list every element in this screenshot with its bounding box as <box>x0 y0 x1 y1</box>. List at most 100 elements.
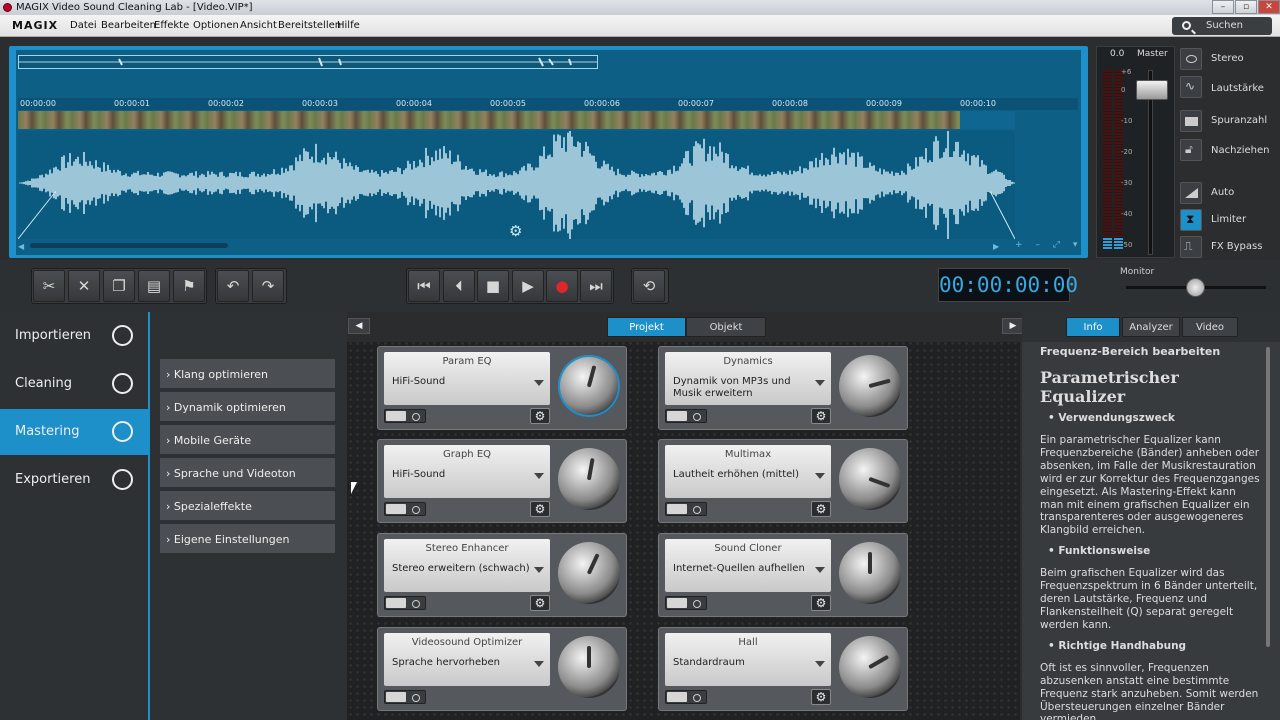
preset-klang-optimieren[interactable]: › Klang optimieren <box>160 359 335 390</box>
preset-dropdown[interactable]: Graph EQ HiFi-Sound <box>384 445 550 498</box>
search-box[interactable]: Suchen <box>1172 17 1272 35</box>
effect-toggle[interactable] <box>384 409 426 423</box>
nav-importieren[interactable]: Importieren <box>0 313 148 359</box>
effect-toggle[interactable] <box>665 502 707 516</box>
scissors-icon[interactable]: ✂ <box>33 270 65 302</box>
scroll-left-icon[interactable]: ◀ <box>18 242 24 251</box>
preset-dropdown[interactable]: Param EQ HiFi-Sound <box>384 352 550 405</box>
rewind-start-icon[interactable]: ⏮ <box>408 270 440 302</box>
menu-effekte[interactable]: Effekte <box>154 20 189 31</box>
video-filmstrip[interactable] <box>18 111 960 129</box>
fx-bypass-button[interactable]: ⎍ <box>1180 236 1202 258</box>
effect-toggle[interactable] <box>384 502 426 516</box>
section-heading: • Verwendungszweck <box>1048 412 1175 424</box>
preset-mobile-geraete[interactable]: › Mobile Geräte <box>160 425 335 456</box>
preset-spezialeffekte[interactable]: › Spezialeffekte <box>160 491 335 522</box>
monitor-slider-handle[interactable] <box>1186 278 1205 297</box>
effect-knob[interactable] <box>839 448 901 510</box>
volume-button[interactable]: ∿ <box>1180 76 1202 98</box>
arrow-right-icon[interactable]: ▶ <box>1002 318 1024 334</box>
gear-icon[interactable]: ⚙ <box>509 222 522 240</box>
effect-toggle[interactable] <box>384 596 426 610</box>
tab-analyzer[interactable]: Analyzer <box>1122 317 1180 337</box>
next-end-icon[interactable]: ⏭ <box>580 270 612 302</box>
effect-knob[interactable] <box>839 355 901 417</box>
zoom-controls-icon[interactable]: + – ⤢ ▾ <box>1015 240 1082 250</box>
nav-cleaning[interactable]: Cleaning <box>0 361 148 407</box>
effect-toggle[interactable] <box>665 690 707 704</box>
tab-video[interactable]: Video <box>1182 317 1238 337</box>
effect-param-eq: Param EQ HiFi-Sound ⚙ <box>377 346 627 430</box>
gear-icon[interactable]: ⚙ <box>811 408 831 424</box>
loop-icon[interactable]: ⟲ <box>633 270 665 302</box>
menu-bereitstellen[interactable]: Bereitstellen <box>278 20 341 31</box>
tab-objekt[interactable]: Objekt <box>686 317 766 337</box>
menu-ansicht[interactable]: Ansicht <box>240 20 277 31</box>
effect-toggle[interactable] <box>384 690 426 704</box>
effect-toggle[interactable] <box>665 409 707 423</box>
effect-knob[interactable] <box>558 636 620 698</box>
menu-datei[interactable]: Datei <box>70 20 97 31</box>
preset-dropdown[interactable]: Hall Standardraum <box>665 633 831 686</box>
tab-info[interactable]: Info <box>1066 317 1120 337</box>
menu-bar: MAGIX Datei Bearbeiten Effekte Optionen … <box>0 15 1280 37</box>
overview-bar[interactable] <box>18 55 598 69</box>
preset-eigene-einstellungen[interactable]: › Eigene Einstellungen <box>160 524 335 555</box>
minimize-button[interactable]: – <box>1212 0 1234 14</box>
preset-dropdown[interactable]: Multimax Lautheit erhöhen (mittel) <box>665 445 831 498</box>
preset-sprache-videoton[interactable]: › Sprache und Videoton <box>160 458 335 489</box>
effect-name: Graph EQ <box>442 449 492 460</box>
menu-bearbeiten[interactable]: Bearbeiten <box>101 20 156 31</box>
follow-button[interactable]: 🔓︎ <box>1180 139 1202 161</box>
preset-dropdown[interactable]: Videosound Optimizer Sprache hervorheben <box>384 633 550 686</box>
stereo-button[interactable] <box>1180 48 1202 70</box>
info-title: Parametrischer Equalizer <box>1040 368 1179 406</box>
stop-icon[interactable]: ■ <box>477 270 509 302</box>
track-count-label: Spuranzahl <box>1211 115 1268 126</box>
delete-icon[interactable]: ✕ <box>68 270 100 302</box>
gear-icon[interactable]: ⚙ <box>811 595 831 611</box>
undo-icon[interactable]: ↶ <box>217 270 249 302</box>
effect-graph-eq: Graph EQ HiFi-Sound ⚙ <box>377 439 627 523</box>
nav-exportieren[interactable]: Exportieren <box>0 457 148 503</box>
effect-knob[interactable] <box>558 542 620 604</box>
marker-flag-icon[interactable]: ⚑ <box>173 270 205 302</box>
play-icon[interactable]: ▶ <box>512 270 544 302</box>
effect-knob[interactable] <box>839 542 901 604</box>
play-marker-icon[interactable]: ▶ <box>993 242 999 251</box>
record-icon[interactable]: ● <box>546 270 578 302</box>
timeline-ruler[interactable]: 00:00:00 00:00:01 00:00:02 00:00:03 00:0… <box>18 98 1078 110</box>
track-count-button[interactable] <box>1180 110 1202 132</box>
gear-icon[interactable]: ⚙ <box>530 408 550 424</box>
paste-icon[interactable]: ▤ <box>138 270 170 302</box>
nav-mastering[interactable]: Mastering <box>0 409 148 455</box>
maximize-button[interactable]: ▫ <box>1235 0 1257 14</box>
previous-icon[interactable]: ⏴ <box>443 270 475 302</box>
arrow-left-icon[interactable]: ◀ <box>348 318 370 334</box>
effect-knob[interactable] <box>839 636 901 698</box>
effect-knob[interactable] <box>558 355 620 417</box>
master-fader-handle[interactable] <box>1136 80 1168 100</box>
preset-label: Klang optimieren <box>173 368 269 381</box>
tab-projekt[interactable]: Projekt <box>607 317 686 337</box>
menu-hilfe[interactable]: Hilfe <box>337 20 360 31</box>
auto-button[interactable] <box>1180 182 1202 204</box>
editor-scrollbar[interactable] <box>30 243 228 248</box>
close-button[interactable]: ✕ <box>1258 0 1280 14</box>
menu-optionen[interactable]: Optionen <box>193 20 239 31</box>
gear-icon[interactable]: ⚙ <box>530 501 550 517</box>
preset-dynamik-optimieren[interactable]: › Dynamik optimieren <box>160 392 335 423</box>
copy-icon[interactable]: ❐ <box>103 270 135 302</box>
effect-toggle[interactable] <box>665 596 707 610</box>
preset-dropdown[interactable]: Dynamics Dynamik von MP3s und Musik erwe… <box>665 352 831 405</box>
gear-icon[interactable]: ⚙ <box>811 689 831 705</box>
ruler-tick: 00:00:08 <box>772 99 808 108</box>
limiter-button[interactable]: ⧗ <box>1180 209 1202 231</box>
preset-dropdown[interactable]: Stereo Enhancer Stereo erweitern (schwac… <box>384 539 550 592</box>
info-scrollbar[interactable] <box>1266 347 1270 647</box>
gear-icon[interactable]: ⚙ <box>530 595 550 611</box>
preset-dropdown[interactable]: Sound Cloner Internet-Quellen aufhellen <box>665 539 831 592</box>
effect-knob[interactable] <box>558 448 620 510</box>
gear-icon[interactable]: ⚙ <box>811 501 831 517</box>
redo-icon[interactable]: ↷ <box>252 270 284 302</box>
